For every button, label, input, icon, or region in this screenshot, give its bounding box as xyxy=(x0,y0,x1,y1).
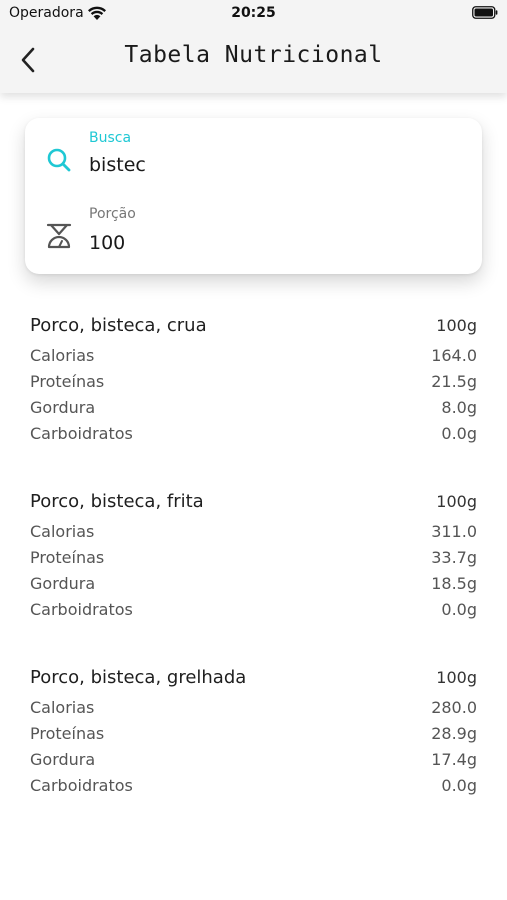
food-header: Porco, bisteca, crua 100g xyxy=(30,310,477,340)
nutrient-row-carbs: Carboidratos 0.0g xyxy=(30,596,477,622)
nutrient-label: Proteínas xyxy=(30,371,105,391)
nutrient-row-calories: Calorias 164.0 xyxy=(30,342,477,368)
nutrient-label: Gordura xyxy=(30,397,96,417)
status-bar: Operadora 20:25 xyxy=(0,0,507,28)
nutrient-row-carbs: Carboidratos 0.0g xyxy=(30,420,477,446)
scale-icon xyxy=(46,223,72,249)
food-header: Porco, bisteca, grelhada 100g xyxy=(30,662,477,692)
food-header: Porco, bisteca, frita 100g xyxy=(30,486,477,516)
nutrient-value: 17.4g xyxy=(431,749,477,769)
food-name: Porco, bisteca, crua xyxy=(30,314,207,336)
page-title: Tabela Nutricional xyxy=(124,42,383,68)
food-item[interactable]: Porco, bisteca, frita 100g Calorias 311.… xyxy=(30,486,477,662)
food-portion: 100g xyxy=(436,667,477,687)
search-label: Busca xyxy=(89,130,132,146)
nutrient-value: 18.5g xyxy=(431,573,477,593)
battery-icon xyxy=(472,6,498,19)
nutrient-value: 311.0 xyxy=(431,521,477,541)
nutrient-row-calories: Calorias 280.0 xyxy=(30,694,477,720)
clock: 20:25 xyxy=(231,5,276,21)
search-icon xyxy=(47,148,71,172)
food-item[interactable]: Porco, bisteca, crua 100g Calorias 164.0… xyxy=(30,310,477,486)
food-portion: 100g xyxy=(436,315,477,335)
nutrition-table-screen: Operadora 20:25 Tabela Nutricional Busca… xyxy=(0,0,507,900)
nutrient-label: Carboidratos xyxy=(30,599,133,619)
search-field[interactable]: Busca bistec xyxy=(25,126,482,190)
search-input[interactable]: bistec xyxy=(89,154,146,176)
portion-input[interactable]: 100 xyxy=(89,232,125,254)
portion-label: Porção xyxy=(89,206,136,222)
top-bar: Operadora 20:25 Tabela Nutricional xyxy=(0,0,507,93)
nutrient-value: 0.0g xyxy=(441,423,477,443)
nutrient-label: Proteínas xyxy=(30,723,105,743)
food-name: Porco, bisteca, grelhada xyxy=(30,666,247,688)
nutrient-value: 164.0 xyxy=(431,345,477,365)
search-card: Busca bistec Porção 100 xyxy=(25,118,482,274)
nutrient-label: Proteínas xyxy=(30,547,105,567)
nutrient-value: 28.9g xyxy=(431,723,477,743)
nutrient-row-fat: Gordura 8.0g xyxy=(30,394,477,420)
nutrient-label: Carboidratos xyxy=(30,423,133,443)
nutrient-row-protein: Proteínas 33.7g xyxy=(30,544,477,570)
nutrient-label: Calorias xyxy=(30,697,95,717)
nutrient-label: Gordura xyxy=(30,749,96,769)
nutrient-label: Gordura xyxy=(30,573,96,593)
food-portion: 100g xyxy=(436,491,477,511)
nutrient-value: 33.7g xyxy=(431,547,477,567)
food-name: Porco, bisteca, frita xyxy=(30,490,204,512)
nutrient-value: 0.0g xyxy=(441,599,477,619)
nutrient-row-fat: Gordura 18.5g xyxy=(30,570,477,596)
nutrient-value: 280.0 xyxy=(431,697,477,717)
nutrient-row-protein: Proteínas 21.5g xyxy=(30,368,477,394)
results-list: Porco, bisteca, crua 100g Calorias 164.0… xyxy=(30,310,477,838)
nutrient-value: 8.0g xyxy=(441,397,477,417)
nutrient-row-carbs: Carboidratos 0.0g xyxy=(30,772,477,798)
food-item[interactable]: Porco, bisteca, grelhada 100g Calorias 2… xyxy=(30,662,477,838)
nutrient-row-protein: Proteínas 28.9g xyxy=(30,720,477,746)
nutrient-row-fat: Gordura 17.4g xyxy=(30,746,477,772)
nutrient-value: 0.0g xyxy=(441,775,477,795)
nutrient-row-calories: Calorias 311.0 xyxy=(30,518,477,544)
nutrient-label: Calorias xyxy=(30,345,95,365)
nutrient-label: Carboidratos xyxy=(30,775,133,795)
nutrient-value: 21.5g xyxy=(431,371,477,391)
nutrient-label: Calorias xyxy=(30,521,95,541)
portion-field[interactable]: Porção 100 xyxy=(25,204,482,268)
